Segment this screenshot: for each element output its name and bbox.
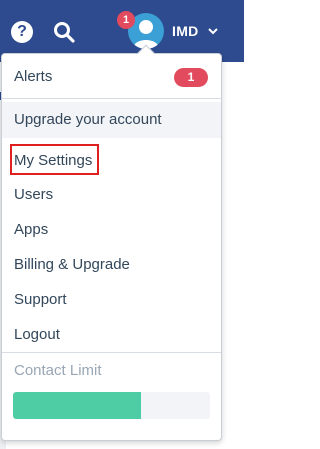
alerts-count-badge: 1 <box>174 68 208 87</box>
user-menu-label[interactable]: IMD <box>172 23 199 39</box>
search-icon[interactable] <box>52 20 76 44</box>
contact-limit-label: Contact Limit <box>14 362 102 379</box>
divider <box>2 352 221 353</box>
notification-badge: 1 <box>117 11 135 29</box>
menu-item-support[interactable]: Support <box>2 282 221 317</box>
menu-item-label: Billing & Upgrade <box>14 256 130 273</box>
menu-item-upgrade[interactable]: Upgrade your account <box>2 102 221 138</box>
help-icon[interactable]: ? <box>11 21 33 43</box>
menu-item-label: Support <box>14 291 67 308</box>
menu-item-apps[interactable]: Apps <box>2 212 221 247</box>
contact-limit-fill <box>13 392 142 419</box>
menu-item-logout[interactable]: Logout <box>2 317 221 352</box>
user-dropdown-menu: Alerts 1 Upgrade your account My Setting… <box>1 53 222 441</box>
highlight-box <box>10 144 99 175</box>
menu-item-label: Upgrade your account <box>14 111 162 128</box>
chevron-down-icon[interactable] <box>208 27 218 35</box>
menu-item-billing[interactable]: Billing & Upgrade <box>2 247 221 282</box>
menu-item-label: Apps <box>14 221 49 238</box>
menu-item-alerts[interactable]: Alerts 1 <box>2 59 221 95</box>
menu-item-users[interactable]: Users <box>2 177 221 212</box>
menu-item-label: Logout <box>14 326 60 343</box>
menu-item-label: Users <box>14 186 54 203</box>
divider <box>2 98 221 99</box>
contact-limit-bar <box>13 392 210 419</box>
menu-item-label: Alerts <box>14 68 53 85</box>
